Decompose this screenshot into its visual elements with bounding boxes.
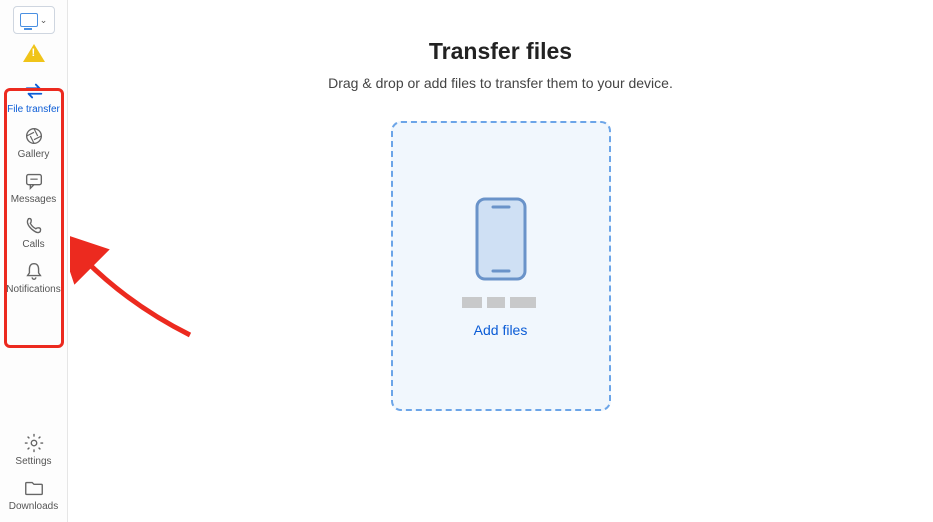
sidebar-item-label: Gallery xyxy=(4,149,64,160)
phone-icon xyxy=(473,195,529,283)
swap-icon xyxy=(23,80,45,102)
device-name-redacted xyxy=(462,297,540,308)
bell-icon xyxy=(23,260,45,282)
sidebar-item-notifications[interactable]: Notifications xyxy=(4,254,64,299)
sidebar-item-calls[interactable]: Calls xyxy=(4,209,64,254)
sidebar-item-settings[interactable]: Settings xyxy=(4,426,64,471)
sidebar-item-downloads[interactable]: Downloads xyxy=(4,471,64,516)
chat-icon xyxy=(23,170,45,192)
main-content: Transfer files Drag & drop or add files … xyxy=(68,0,933,522)
file-dropzone[interactable]: Add files xyxy=(391,121,611,411)
sidebar-item-label: Downloads xyxy=(4,501,64,512)
device-selector[interactable]: ⌄ xyxy=(13,6,55,34)
sidebar-item-label: Messages xyxy=(4,194,64,205)
sidebar-item-label: Notifications xyxy=(4,284,64,295)
page-subtitle: Drag & drop or add files to transfer the… xyxy=(328,75,673,91)
sidebar-item-gallery[interactable]: Gallery xyxy=(4,119,64,164)
sidebar-item-file-transfer[interactable]: File transfer xyxy=(4,74,64,119)
folder-icon xyxy=(23,477,45,499)
sidebar-item-label: Calls xyxy=(4,239,64,250)
sidebar-item-label: Settings xyxy=(4,456,64,467)
phone-icon xyxy=(23,215,45,237)
add-files-button[interactable]: Add files xyxy=(474,322,528,338)
sidebar: ⌄ File transfer Gallery Mes xyxy=(0,0,68,522)
page-title: Transfer files xyxy=(429,38,572,65)
sidebar-item-messages[interactable]: Messages xyxy=(4,164,64,209)
sidebar-item-label: File transfer xyxy=(4,104,64,115)
chevron-down-icon: ⌄ xyxy=(40,15,48,26)
aperture-icon xyxy=(23,125,45,147)
gear-icon xyxy=(23,432,45,454)
warning-icon[interactable] xyxy=(23,44,45,62)
monitor-icon xyxy=(20,13,38,27)
